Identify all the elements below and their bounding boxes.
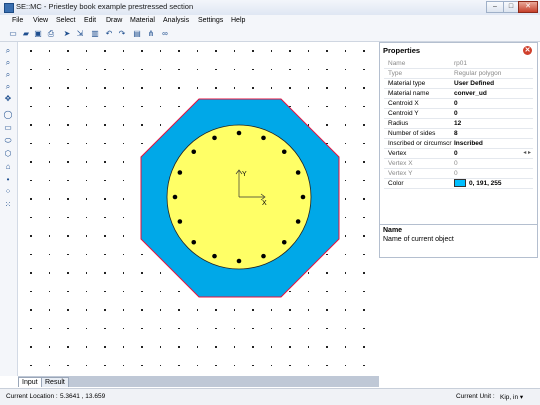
document-icon[interactable]: ▤: [132, 29, 142, 39]
location-label: Current Location :: [6, 393, 58, 400]
rebar-dot[interactable]: [212, 253, 217, 259]
ellipse-icon[interactable]: ⬭: [3, 136, 13, 146]
close-button[interactable]: ✕: [518, 1, 538, 13]
unit-label: Current Unit :: [456, 393, 495, 400]
rebar-dot[interactable]: [236, 130, 242, 136]
tab-input[interactable]: Input: [18, 377, 42, 387]
pan-icon[interactable]: ✥: [3, 94, 13, 104]
color-swatch[interactable]: [454, 179, 466, 188]
axis-x-label: X: [262, 200, 267, 207]
prop-row-centroid-x[interactable]: Centroid X0: [384, 99, 533, 109]
delete-icon[interactable]: ▥: [90, 29, 100, 39]
prop-row-material-type[interactable]: Material type User Defined: [384, 79, 533, 89]
select-node-icon[interactable]: ⇲: [75, 29, 85, 39]
axis-y-label: Y: [242, 171, 247, 178]
menu-file[interactable]: File: [12, 17, 23, 24]
rebar-dot[interactable]: [281, 239, 287, 245]
rebar-dot[interactable]: [177, 170, 183, 175]
prop-row-sides[interactable]: Number of sides 8: [384, 129, 533, 139]
rebar-dot[interactable]: [172, 194, 178, 200]
title-bar: SE::MC - Priestley book example prestres…: [0, 0, 540, 16]
menu-select[interactable]: Select: [56, 17, 75, 24]
menu-analysis[interactable]: Analysis: [163, 17, 189, 24]
close-properties-icon[interactable]: ✕: [523, 46, 532, 55]
properties-header: Properties ✕: [380, 43, 537, 57]
rebar-dot[interactable]: [236, 258, 242, 264]
link-icon[interactable]: ∞: [160, 29, 170, 39]
prop-row-color[interactable]: Color 0, 191, 255: [384, 179, 533, 189]
circle-icon[interactable]: ◯: [3, 110, 13, 120]
polygon-icon[interactable]: ⬡: [3, 149, 13, 159]
undo-icon[interactable]: ↶: [104, 29, 114, 39]
zoom-in-icon[interactable]: ⌕: [3, 46, 13, 56]
rebar-dot[interactable]: [191, 149, 197, 155]
tab-result[interactable]: Result: [41, 377, 69, 387]
rebar-dot[interactable]: [300, 194, 306, 200]
rebar-icon[interactable]: ⌂: [3, 162, 13, 172]
rebar-dot[interactable]: [191, 239, 197, 245]
menu-settings[interactable]: Settings: [198, 17, 223, 24]
properties-title: Properties: [383, 46, 421, 55]
left-toolbar: ⌕ ⌕ ⌕ ⌕ ✥ ◯ ▭ ⬭ ⬡ ⌂ • ⁘ ⁙: [0, 42, 18, 376]
hierarchy-icon[interactable]: ⋔: [146, 29, 156, 39]
save-icon[interactable]: ▣: [33, 29, 43, 39]
circle-rebar-icon[interactable]: ⁘: [3, 187, 13, 197]
select-arrow-icon[interactable]: ➤: [62, 29, 72, 39]
prop-row-material-name[interactable]: Material name conver_ud: [384, 89, 533, 99]
prop-row-name[interactable]: Name rp01: [384, 59, 533, 69]
rebar-dot[interactable]: [281, 149, 287, 155]
redo-icon[interactable]: ↷: [117, 29, 127, 39]
rebar-dot[interactable]: [261, 253, 266, 259]
open-folder-icon[interactable]: ▰: [21, 29, 31, 39]
menu-view[interactable]: View: [33, 17, 48, 24]
window-title: SE::MC - Priestley book example prestres…: [16, 2, 194, 11]
main-toolbar: ▭ ▰ ▣ ⎙ ➤ ⇲ ▥ ↶ ↷ ▤ ⋔ ∞: [0, 27, 540, 42]
menu-help[interactable]: Help: [231, 17, 245, 24]
prop-row-vertex-y[interactable]: Vertex Y0: [384, 169, 533, 179]
vertex-stepper-icon[interactable]: ◂ ▸: [523, 149, 531, 158]
rebar-dot[interactable]: [295, 170, 301, 175]
rebar-dot[interactable]: [261, 135, 266, 141]
zoom-window-icon[interactable]: ⌕: [3, 82, 13, 92]
prop-row-inscribed[interactable]: Inscribed or circumscri Inscribed: [384, 139, 533, 149]
rect-rebar-icon[interactable]: ⁙: [3, 200, 13, 210]
new-file-icon[interactable]: ▭: [8, 29, 18, 39]
zoom-fit-icon[interactable]: ⌕: [3, 70, 13, 80]
rebar-dot[interactable]: [177, 219, 183, 224]
app-icon: [4, 3, 14, 13]
prop-row-vertex-x[interactable]: Vertex X0: [384, 159, 533, 169]
prop-row-type[interactable]: Type Regular polygon: [384, 69, 533, 79]
prop-row-radius[interactable]: Radius 12: [384, 119, 533, 129]
description-title: Name: [383, 227, 403, 234]
rebar-dot[interactable]: [212, 135, 217, 141]
status-bar: Current Location : 5.3641 , 13.659 Curre…: [0, 388, 540, 405]
menu-edit[interactable]: Edit: [84, 17, 96, 24]
view-tabs: Input Result: [18, 376, 379, 387]
rectangle-icon[interactable]: ▭: [3, 123, 13, 133]
minimize-button[interactable]: –: [486, 1, 504, 13]
menu-draw[interactable]: Draw: [106, 17, 122, 24]
zoom-out-icon[interactable]: ⌕: [3, 58, 13, 68]
drawing-canvas[interactable]: Y X: [18, 42, 379, 376]
menu-bar: File View Select Edit Draw Material Anal…: [0, 15, 540, 27]
location-value: 5.3641 , 13.659: [60, 393, 106, 400]
rebar-dot[interactable]: [295, 219, 301, 224]
point-icon[interactable]: •: [3, 175, 13, 185]
maximize-button[interactable]: □: [503, 1, 519, 13]
unit-select[interactable]: Kip, in ▾: [500, 393, 523, 401]
property-description: Name Name of current object: [379, 224, 538, 258]
section-drawing: Y X: [140, 98, 340, 298]
print-icon[interactable]: ⎙: [46, 29, 56, 39]
description-text: Name of current object: [383, 236, 454, 243]
prop-row-vertex[interactable]: Vertex 0 ◂ ▸: [384, 149, 533, 159]
menu-material[interactable]: Material: [130, 17, 155, 24]
prop-row-centroid-y[interactable]: Centroid Y0: [384, 109, 533, 119]
